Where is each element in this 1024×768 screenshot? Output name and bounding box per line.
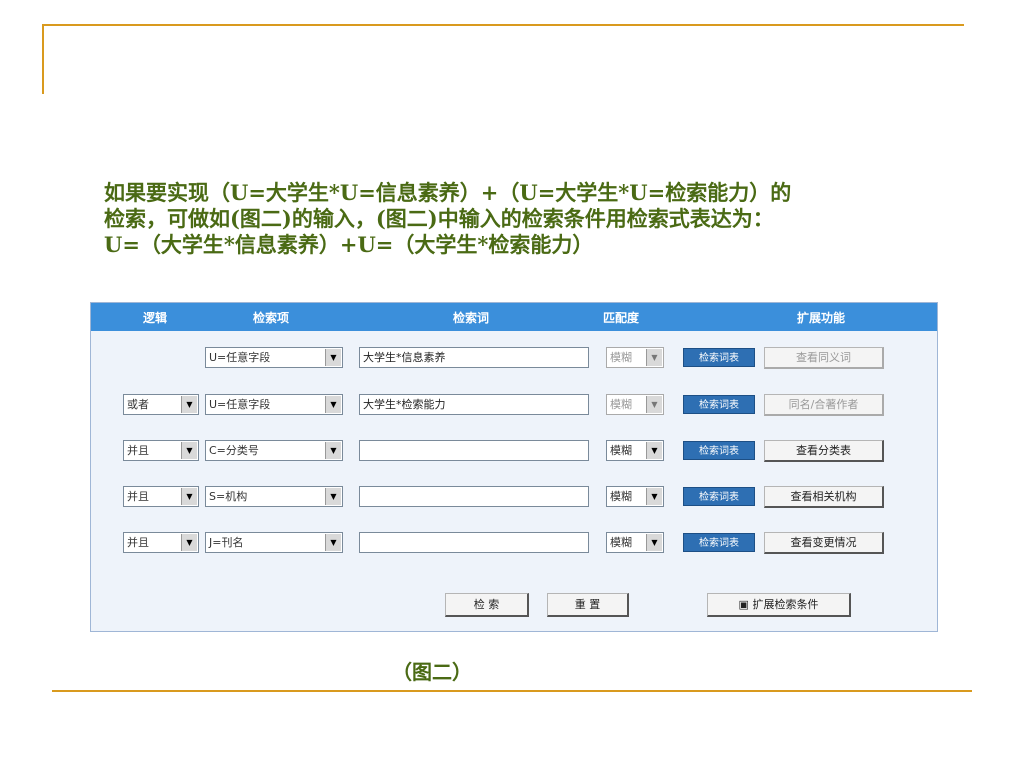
chevron-down-icon[interactable]: ▼: [646, 534, 662, 551]
field-select[interactable]: J=刊名 ▼: [205, 532, 343, 553]
header-field: 检索项: [252, 311, 289, 325]
field-select[interactable]: U=任意字段 ▼: [205, 394, 343, 415]
match-select[interactable]: 模糊 ▼: [606, 440, 664, 461]
term-input[interactable]: [359, 440, 589, 461]
form-header: 逻辑 检索项 检索词 匹配度 扩展功能: [91, 303, 937, 331]
chevron-down-icon[interactable]: ▼: [181, 442, 197, 459]
term-input[interactable]: [359, 486, 589, 507]
dictionary-button[interactable]: 检索词表: [683, 395, 755, 414]
chevron-down-icon[interactable]: ▼: [646, 442, 662, 459]
chevron-down-icon[interactable]: ▼: [181, 534, 197, 551]
match-select[interactable]: 模糊 ▼: [606, 347, 664, 368]
match-select[interactable]: 模糊 ▼: [606, 486, 664, 507]
chevron-down-icon[interactable]: ▼: [646, 488, 662, 505]
chevron-down-icon[interactable]: ▼: [325, 349, 341, 366]
intro-text: 如果要实现（U=大学生*U=信息素养）+（U=大学生*U=检索能力）的检索，可做…: [104, 180, 792, 257]
search-row: 并且 ▼ J=刊名 ▼ 模糊 ▼ 检索词表 查看变更情况: [91, 529, 937, 555]
dictionary-button[interactable]: 检索词表: [683, 441, 755, 460]
dictionary-button[interactable]: 检索词表: [683, 348, 755, 367]
left-rule: [42, 24, 44, 94]
header-term: 检索词: [452, 311, 489, 325]
bottom-rule: [52, 690, 972, 692]
field-select[interactable]: C=分类号 ▼: [205, 440, 343, 461]
top-rule: [42, 24, 964, 26]
logic-select[interactable]: 或者 ▼: [123, 394, 199, 415]
match-select[interactable]: 模糊 ▼: [606, 532, 664, 553]
search-row: 或者 ▼ U=任意字段 ▼ 大学生*检索能力 模糊 ▼ 检索词表 同名/合著作者: [91, 391, 937, 417]
figure-caption: （图二）: [392, 660, 472, 684]
logic-select[interactable]: 并且 ▼: [123, 440, 199, 461]
header-logic: 逻辑: [142, 311, 167, 325]
dictionary-button[interactable]: 检索词表: [683, 533, 755, 552]
search-form: 逻辑 检索项 检索词 匹配度 扩展功能 U=任意字段 ▼ 大学生*信息素养 模糊 ▼…: [90, 302, 938, 632]
chevron-down-icon[interactable]: ▼: [325, 442, 341, 459]
search-row: 并且 ▼ C=分类号 ▼ 模糊 ▼ 检索词表 查看分类表: [91, 437, 937, 463]
expand-icon: ▣: [738, 598, 749, 611]
term-input[interactable]: 大学生*检索能力: [359, 394, 589, 415]
match-select[interactable]: 模糊 ▼: [606, 394, 664, 415]
header-extension: 扩展功能: [796, 311, 845, 325]
reset-button[interactable]: 重 置: [547, 593, 629, 617]
synonym-button[interactable]: 查看同义词: [764, 347, 884, 369]
chevron-down-icon[interactable]: ▼: [325, 396, 341, 413]
search-row: U=任意字段 ▼ 大学生*信息素养 模糊 ▼ 检索词表 查看同义词: [91, 344, 937, 370]
header-match: 匹配度: [602, 311, 639, 325]
chevron-down-icon[interactable]: ▼: [181, 488, 197, 505]
journal-change-button[interactable]: 查看变更情况: [764, 532, 884, 554]
coauthor-button[interactable]: 同名/合著作者: [764, 394, 884, 416]
search-row: 并且 ▼ S=机构 ▼ 模糊 ▼ 检索词表 查看相关机构: [91, 483, 937, 509]
chevron-down-icon[interactable]: ▼: [181, 396, 197, 413]
chevron-down-icon[interactable]: ▼: [325, 488, 341, 505]
logic-select[interactable]: 并且 ▼: [123, 532, 199, 553]
term-input[interactable]: 大学生*信息素养: [359, 347, 589, 368]
institution-button[interactable]: 查看相关机构: [764, 486, 884, 508]
dictionary-button[interactable]: 检索词表: [683, 487, 755, 506]
field-select[interactable]: S=机构 ▼: [205, 486, 343, 507]
chevron-down-icon[interactable]: ▼: [646, 349, 662, 366]
field-select[interactable]: U=任意字段 ▼: [205, 347, 343, 368]
logic-select[interactable]: 并且 ▼: [123, 486, 199, 507]
expand-conditions-button[interactable]: ▣ 扩展检索条件: [707, 593, 851, 617]
search-button[interactable]: 检 索: [445, 593, 529, 617]
chevron-down-icon[interactable]: ▼: [646, 396, 662, 413]
chevron-down-icon[interactable]: ▼: [325, 534, 341, 551]
expand-conditions-label: 扩展检索条件: [752, 598, 819, 611]
term-input[interactable]: [359, 532, 589, 553]
classification-button[interactable]: 查看分类表: [764, 440, 884, 462]
